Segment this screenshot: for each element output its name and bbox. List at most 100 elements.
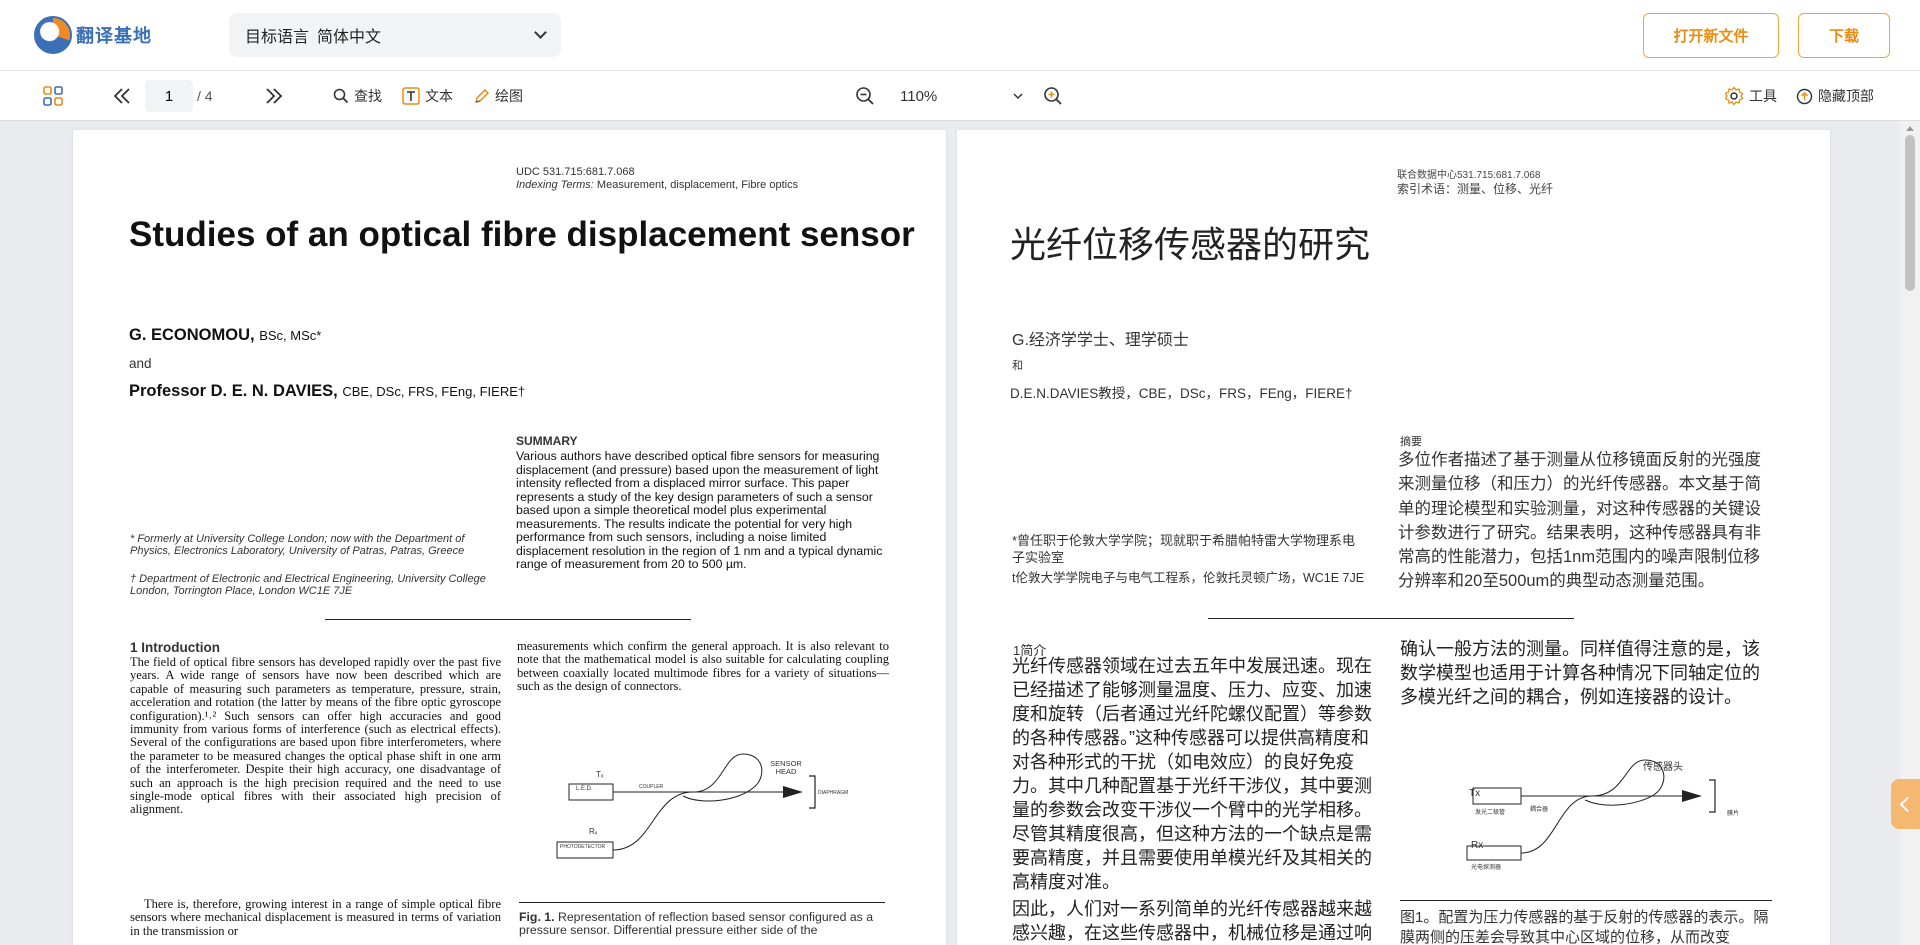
chevron-left-icon [1899,796,1916,812]
intro-paragraph-1: The field of optical fibre sensors has d… [130,655,501,817]
original-document-page: UDC 531.715:681.7.068 Indexing Terms: Me… [73,130,946,945]
logo-text: 翻译基地 [76,26,152,46]
zoom-out-button[interactable] [855,71,875,121]
fig-label-sensor-head: SENSOR HEAD [770,759,802,776]
target-language-select[interactable]: 目标语言 简体中文 [229,13,561,57]
author-2-degrees: CBE, DSc, FRS, FEng, FIERE† [342,384,526,399]
paper-title: Studies of an optical fibre displacement… [129,215,915,254]
summary-heading-cn: 摘要 [1400,436,1422,448]
tools-label: 工具 [1749,88,1777,104]
author-1-name: G. ECONOMOU, [129,326,255,344]
intro-paragraph-2: There is, therefore, growing interest in… [130,897,501,938]
summary-text-cn: 多位作者描述了基于测量从位移镜面反射的光强度来测量位移（和压力）的光纤传感器。本… [1398,451,1761,591]
search-icon [333,88,349,104]
scroll-up-icon[interactable] [1905,124,1915,132]
fig-label-rx: Rₓ [589,827,598,836]
indexing-terms: Indexing Terms: Measurement, displacemen… [516,179,798,191]
and-label-cn: 和 [1012,360,1023,372]
fig-label-diaphragm-cn: 膜片 [1727,811,1740,817]
zoom-out-icon [856,87,874,105]
section-divider [325,619,691,620]
gear-icon [1724,86,1744,106]
fig1-caption-text: Representation of reflection based senso… [519,910,874,938]
double-chevron-right-icon [266,88,283,104]
footnote-1-cn: *曾任职于伦敦大学学院；现就职于希腊帕特雷大学物理系电子实验室 [1012,533,1356,565]
author-2-cn: D.E.N.DAVIES教授，CBE，DSc，FRS，FEng，FIERE† [1010,386,1353,401]
logo-icon [34,16,72,54]
footnote-1: * Formerly at University College London;… [130,533,465,557]
arrow-up-circle-icon [1796,88,1813,104]
app-logo[interactable]: 翻译基地 [34,16,152,54]
chevron-down-icon [1013,93,1023,100]
fig-label-sensor-head-cn: 传感器头 [1643,762,1683,773]
tools-button[interactable]: 工具 [1724,71,1777,121]
column-2-paragraph: measurements which confirm the general a… [517,639,889,694]
viewer-toolbar: / 4 查找 文本 绘图 110% 工具 隐藏顶部 [0,71,1920,121]
draw-mode-button[interactable]: 绘图 [474,71,523,121]
fig-label-diaphragm: DIAPHRAGM [818,790,849,796]
zoom-value: 110% [900,87,938,105]
page-number-input[interactable] [145,80,193,112]
double-chevron-left-icon [113,88,130,104]
fig1-caption-label: Fig. 1. [519,910,555,924]
fig-label-coupler-cn: 耦合器 [1530,807,1549,813]
and-label: and [129,356,152,371]
target-language-label: 目标语言 [245,29,310,46]
side-panel-toggle[interactable] [1891,779,1920,829]
last-page-button[interactable] [264,71,284,121]
zoom-select[interactable]: 110% [900,71,1023,121]
chevron-down-icon [534,26,547,39]
indexing-label: Indexing Terms: [516,179,594,191]
figure-divider-cn [1400,900,1772,901]
thumbnails-button[interactable] [42,71,64,121]
indexing-value: Measurement, displacement, Fibre optics [596,179,799,191]
paper-title-cn: 光纤位移传感器的研究 [1010,224,1371,265]
text-mode-label: 文本 [425,88,453,104]
indexing-terms-cn: 索引术语：测量、位移、光纤 [1397,182,1554,196]
draw-mode-label: 绘图 [495,88,523,104]
find-label: 查找 [354,88,382,104]
summary-text: Various authors have described optical f… [516,449,883,571]
fig-label-tx-cn: Tx [1469,788,1481,799]
find-button[interactable]: 查找 [333,71,382,121]
fig-label-photodetector: PHOTODETECTOR [560,844,606,850]
hide-top-button[interactable]: 隐藏顶部 [1796,71,1874,121]
text-mode-button[interactable]: 文本 [402,71,453,121]
grid-icon [43,86,63,106]
fig-label-tx: Tₓ [596,770,604,779]
fig-label-photodetector-cn: 光电探测器 [1471,865,1502,871]
author-2-name: Professor D. E. N. DAVIES, [129,382,338,400]
section-divider-cn [1208,618,1574,619]
total-pages: / 4 [197,88,213,104]
hide-top-label: 隐藏顶部 [1818,88,1874,104]
open-new-file-button[interactable]: 打开新文件 [1643,13,1779,58]
target-language-value: 简体中文 [317,29,382,46]
first-page-button[interactable] [112,71,132,121]
intro-paragraph-2-cn: 因此，人们对一系列简单的光纤传感器越来越感兴趣，在这些传感器中，机械位移是通过响… [1012,899,1372,943]
author-2: Professor D. E. N. DAVIES, CBE, DSc, FRS… [129,382,525,401]
zoom-in-button[interactable] [1043,71,1063,121]
author-1-degrees: BSc, MSc* [259,328,322,343]
author-1-cn: G.经济学学士、理学硕士 [1012,332,1189,349]
scrollbar-thumb[interactable] [1905,135,1915,291]
fig-label-coupler: COUPLER [639,784,664,790]
download-button[interactable]: 下载 [1798,13,1890,58]
footnote-2-cn: t伦敦大学学院电子与电气工程系，伦敦托灵顿广场，WC1E 7JE [1012,571,1365,585]
intro-heading: 1 Introduction [130,640,220,655]
column-2-paragraph-cn: 确认一般方法的测量。同样值得注意的是，该数学模型也适用于计算各种情况下同轴定位的… [1400,639,1760,707]
pencil-icon [474,88,490,104]
zoom-in-icon [1044,87,1062,105]
figure-divider [519,902,885,903]
fig1-caption: Fig. 1. Representation of reflection bas… [519,910,891,938]
udc-code: UDC 531.715:681.7.068 [516,166,635,178]
top-header: 翻译基地 目标语言 简体中文 打开新文件 下载 [0,0,1920,71]
fig-label-led-cn: 发光二极管 [1475,810,1506,816]
footnote-2: † Department of Electronic and Electrica… [130,573,486,597]
udc-code-cn: 联合数据中心531.715:681.7.068 [1397,170,1541,181]
author-1: G. ECONOMOU, BSc, MSc* [129,326,321,345]
summary-heading: SUMMARY [516,434,578,448]
translated-document-page: 联合数据中心531.715:681.7.068 索引术语：测量、位移、光纤 光纤… [957,130,1830,945]
text-icon [402,87,420,105]
fig-label-led: L.E.D. [576,786,593,792]
fig1-diagram-cn [1466,759,1716,861]
